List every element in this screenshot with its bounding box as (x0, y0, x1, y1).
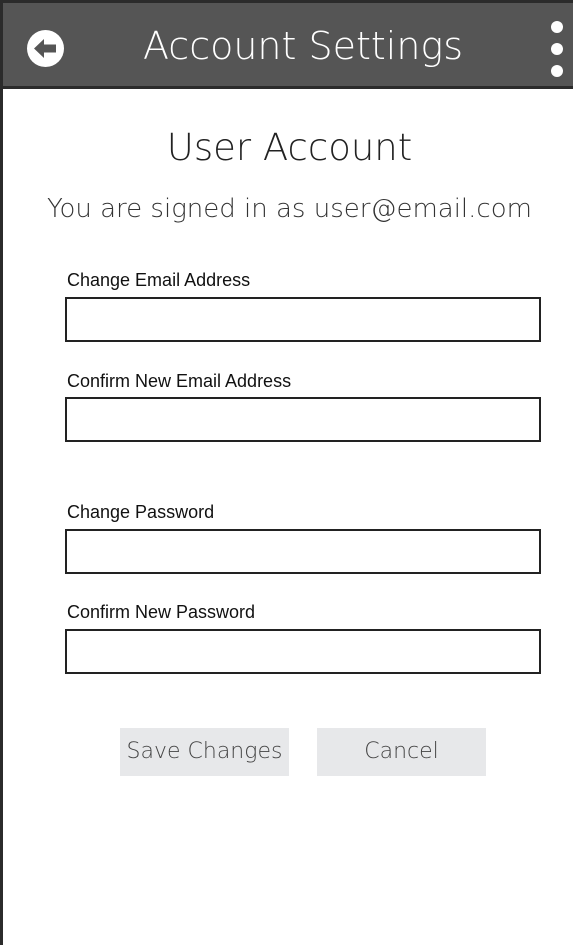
change-email-label: Change Email Address (67, 270, 251, 290)
confirm-password-input[interactable] (65, 629, 541, 674)
change-password-input[interactable] (65, 529, 541, 574)
header-title: Account Settings (142, 24, 464, 68)
confirm-email-label: Confirm New Email Address (67, 371, 292, 391)
back-button[interactable] (27, 30, 64, 67)
account-settings-screen: Account Settings User Account You are si… (0, 0, 573, 945)
change-email-input[interactable] (65, 297, 541, 342)
confirm-email-input[interactable] (65, 397, 541, 442)
signed-in-status: You are signed in as user@email.com (47, 194, 532, 224)
page-title: User Account (166, 126, 413, 169)
more-vertical-icon (551, 43, 563, 55)
more-options-button[interactable] (547, 21, 571, 77)
more-vertical-icon (551, 65, 563, 77)
more-vertical-icon (551, 21, 563, 33)
confirm-password-label: Confirm New Password (67, 602, 256, 622)
change-password-label: Change Password (67, 502, 215, 522)
save-changes-button[interactable]: Save Changes (120, 728, 289, 776)
app-header: Account Settings (3, 3, 573, 89)
cancel-button[interactable]: Cancel (317, 728, 486, 776)
arrow-left-circle-icon (34, 39, 56, 58)
